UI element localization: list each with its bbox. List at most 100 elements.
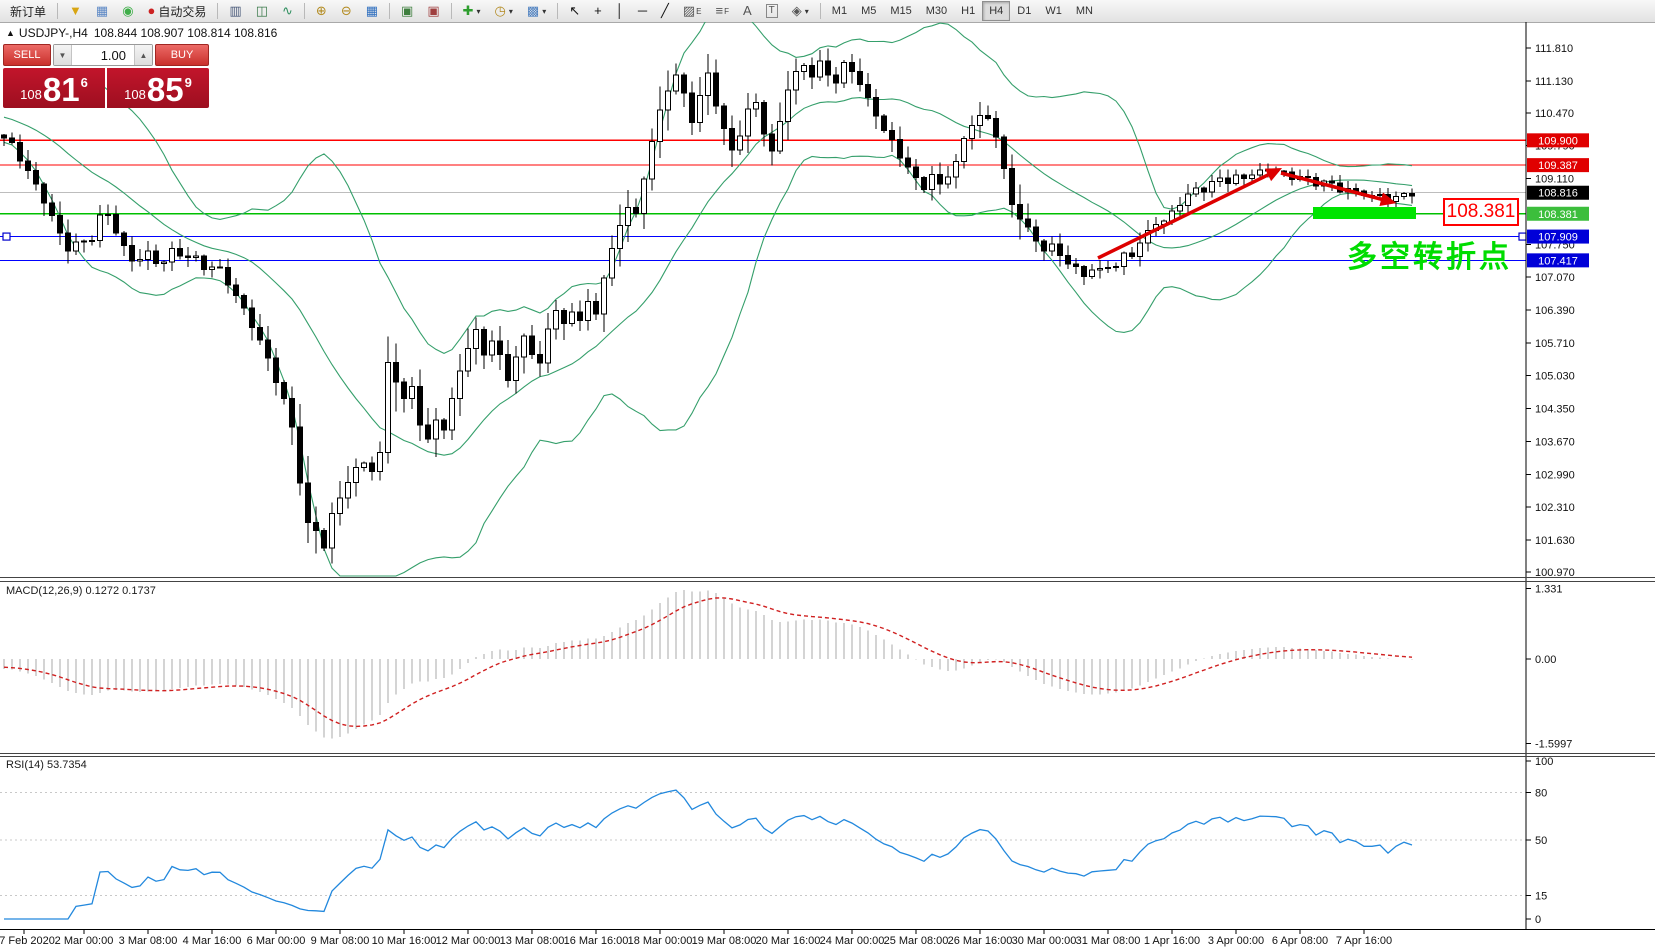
line-chart-icon[interactable]: ∿ xyxy=(276,0,299,22)
toolbar-separator xyxy=(304,3,305,19)
candlestick-chart-icon: ◫ xyxy=(256,1,268,21)
bar-chart-icon[interactable]: ▥ xyxy=(223,0,247,22)
chart-settings-icon-dropdown[interactable]: ▾ xyxy=(542,7,546,16)
timeframe-button-m15[interactable]: M15 xyxy=(883,1,918,21)
svg-text:102.310: 102.310 xyxy=(1535,502,1575,514)
svg-text:106.390: 106.390 xyxy=(1535,305,1575,317)
vertical-line-icon[interactable]: │ xyxy=(610,0,630,22)
buy-price-base: 108 xyxy=(124,87,146,102)
shapes-icon[interactable]: ◈▾ xyxy=(786,0,815,22)
turning-point-annotation: 多空转折点 xyxy=(1347,232,1512,276)
symbol-title: USDJPY-,H4 xyxy=(19,26,88,40)
text-label-icon: T xyxy=(766,4,778,18)
svg-text:19 Mar 08:00: 19 Mar 08:00 xyxy=(692,935,757,947)
price-callout-box[interactable]: 108.381 xyxy=(1443,198,1519,226)
zoom-out-icon[interactable]: ⊖ xyxy=(335,0,358,22)
funnel-icon[interactable]: ▼ xyxy=(63,0,88,22)
svg-text:1.331: 1.331 xyxy=(1535,583,1563,595)
timeframe-button-w1[interactable]: W1 xyxy=(1038,1,1069,21)
sell-button[interactable]: SELL xyxy=(3,44,51,66)
svg-text:24 Mar 00:00: 24 Mar 00:00 xyxy=(820,935,885,947)
signal-icon[interactable]: ◉ xyxy=(116,0,139,22)
svg-text:1 Apr 16:00: 1 Apr 16:00 xyxy=(1144,935,1200,947)
sell-price-point: 6 xyxy=(81,75,88,90)
price-axis[interactable]: 111.810111.130110.470109.790109.110107.7… xyxy=(1526,43,1589,579)
timeframe-button-m1[interactable]: M1 xyxy=(825,1,854,21)
svg-text:6 Apr 08:00: 6 Apr 08:00 xyxy=(1272,935,1328,947)
svg-text:20 Mar 16:00: 20 Mar 16:00 xyxy=(756,935,821,947)
buy-button[interactable]: BUY xyxy=(155,44,209,66)
svg-text:111.130: 111.130 xyxy=(1535,76,1573,88)
support-zone-rectangle[interactable] xyxy=(1313,207,1416,219)
volume-increase-button[interactable]: ▲ xyxy=(134,45,152,65)
svg-text:6 Mar 00:00: 6 Mar 00:00 xyxy=(247,935,306,947)
volume-input[interactable]: 1.00 xyxy=(72,45,134,65)
auto-arrange-icon: ▣ xyxy=(401,1,413,21)
svg-text:109.900: 109.900 xyxy=(1538,135,1578,147)
text-label-icon[interactable]: T xyxy=(760,0,784,22)
svg-text:7 Apr 16:00: 7 Apr 16:00 xyxy=(1336,935,1392,947)
rsi-pane: 1008050150 xyxy=(0,756,1553,926)
shapes-icon: ◈ xyxy=(792,1,802,21)
buy-price-pips: 85 xyxy=(147,73,184,106)
svg-text:109.387: 109.387 xyxy=(1538,160,1578,172)
chart-canvas[interactable]: 111.810111.130110.470109.790109.110107.7… xyxy=(0,22,1655,949)
sell-price-button[interactable]: 108 81 6 xyxy=(3,68,105,108)
candles xyxy=(2,49,1415,564)
new-order-button[interactable]: 新订单 xyxy=(1,0,52,22)
crosshair-icon[interactable]: + xyxy=(588,0,608,22)
funnel-icon: ▼ xyxy=(69,1,82,21)
buy-price-button[interactable]: 108 85 9 xyxy=(107,68,209,108)
profiles-icon[interactable]: ◷▾ xyxy=(489,0,519,22)
svg-text:12 Mar 00:00: 12 Mar 00:00 xyxy=(436,935,501,947)
autotrading-button[interactable]: ●自动交易 xyxy=(142,0,213,22)
svg-text:3 Apr 00:00: 3 Apr 00:00 xyxy=(1208,935,1264,947)
new-chart-icon[interactable]: ✚▾ xyxy=(457,0,487,22)
timeframe-button-mn[interactable]: MN xyxy=(1069,1,1100,21)
channel-icon[interactable]: ▨E xyxy=(677,0,708,22)
line-handle[interactable] xyxy=(1519,233,1526,240)
volume-decrease-button[interactable]: ▼ xyxy=(54,45,72,65)
rsi-label: RSI(14) 53.7354 xyxy=(6,759,87,771)
new-chart-icon-dropdown[interactable]: ▾ xyxy=(477,7,481,16)
line-handle[interactable] xyxy=(3,233,10,240)
timeframe-button-d1[interactable]: D1 xyxy=(1010,1,1038,21)
timeframe-button-m30[interactable]: M30 xyxy=(919,1,954,21)
track-chart-icon[interactable]: ▣ xyxy=(421,0,445,22)
charts-window-icon[interactable]: ▦ xyxy=(90,0,114,22)
svg-text:80: 80 xyxy=(1535,788,1547,800)
svg-text:111.810: 111.810 xyxy=(1535,43,1573,55)
timeframe-button-m5[interactable]: M5 xyxy=(854,1,883,21)
svg-text:26 Mar 16:00: 26 Mar 16:00 xyxy=(948,935,1013,947)
tile-windows-icon: ▦ xyxy=(366,1,378,21)
cursor-icon: ↖ xyxy=(569,1,580,21)
fibonacci-icon[interactable]: ≡F xyxy=(710,0,735,22)
svg-text:104.350: 104.350 xyxy=(1535,404,1575,416)
text-icon[interactable]: A xyxy=(737,0,758,22)
main-toolbar: 新订单▼▦◉●自动交易▥◫∿⊕⊖▦▣▣✚▾◷▾▩▾↖+│─╱▨E≡FAT◈▾M1… xyxy=(0,0,1655,23)
svg-text:0.00: 0.00 xyxy=(1535,654,1556,666)
trend-arrow-2[interactable] xyxy=(1281,173,1392,202)
shapes-icon-dropdown[interactable]: ▾ xyxy=(805,7,809,16)
tile-windows-icon[interactable]: ▦ xyxy=(360,0,384,22)
collapse-panel-icon[interactable]: ▲ xyxy=(6,28,15,38)
cursor-icon[interactable]: ↖ xyxy=(563,0,586,22)
trendline-icon[interactable]: ╱ xyxy=(655,0,675,22)
chart-settings-icon: ▩ xyxy=(527,1,539,21)
svg-text:18 Mar 00:00: 18 Mar 00:00 xyxy=(628,935,693,947)
timeframe-button-h1[interactable]: H1 xyxy=(954,1,982,21)
zoom-out-icon: ⊖ xyxy=(341,1,352,21)
svg-text:16 Mar 16:00: 16 Mar 16:00 xyxy=(564,935,629,947)
text-icon: A xyxy=(743,1,752,21)
horizontal-line-icon: ─ xyxy=(638,1,647,21)
candlestick-chart-icon[interactable]: ◫ xyxy=(250,0,274,22)
time-axis[interactable]: 27 Feb 20202 Mar 00:003 Mar 08:004 Mar 1… xyxy=(0,930,1392,947)
zoom-in-icon: ⊕ xyxy=(316,1,327,21)
timeframe-button-h4[interactable]: H4 xyxy=(982,1,1010,21)
auto-arrange-icon[interactable]: ▣ xyxy=(395,0,419,22)
track-chart-icon: ▣ xyxy=(427,1,439,21)
zoom-in-icon[interactable]: ⊕ xyxy=(310,0,333,22)
horizontal-line-icon[interactable]: ─ xyxy=(632,0,653,22)
chart-settings-icon[interactable]: ▩▾ xyxy=(521,0,552,22)
profiles-icon-dropdown[interactable]: ▾ xyxy=(509,7,513,16)
